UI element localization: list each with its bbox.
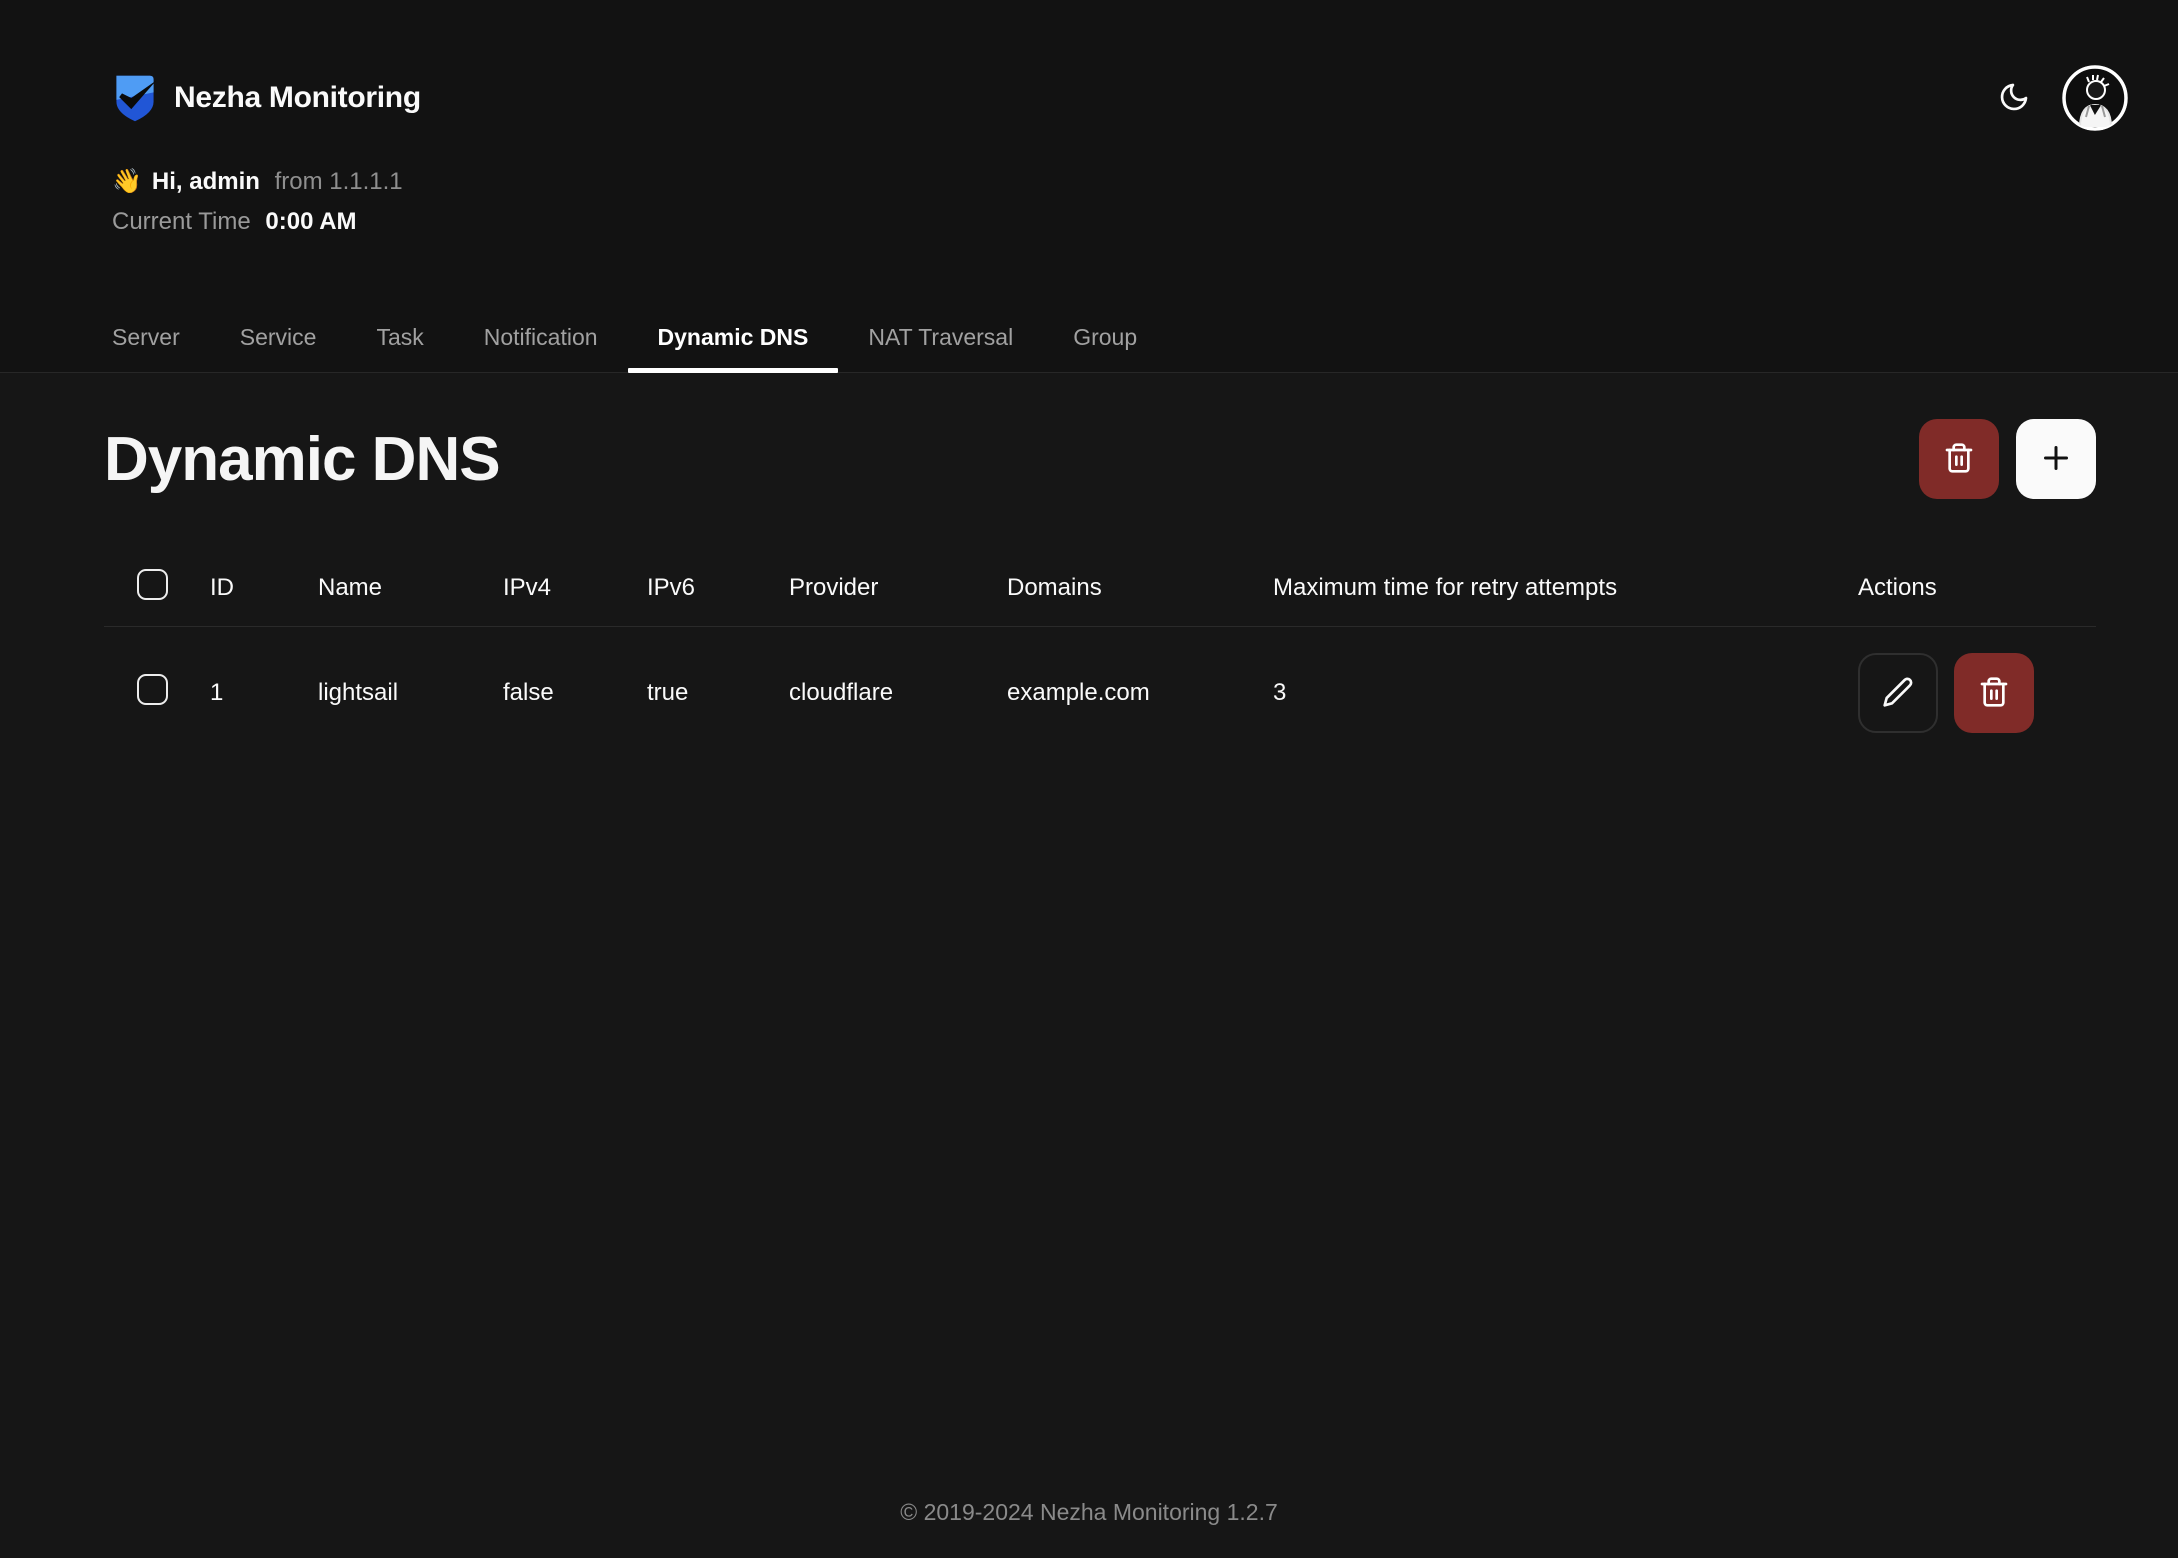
greeting-block: 👋 Hi, admin from 1.1.1.1 Current Time 0:0… — [112, 162, 2128, 242]
cell-name: lightsail — [318, 679, 503, 707]
greeting-salutation: Hi, admin — [152, 168, 260, 195]
top-header: Nezha Monitoring — [0, 0, 2178, 373]
cell-max-retry: 3 — [1273, 679, 1850, 707]
col-header-ipv6: IPv6 — [647, 574, 789, 602]
cell-ipv4: false — [503, 679, 647, 707]
app-logo-icon — [112, 72, 158, 124]
tab-label: Notification — [484, 324, 598, 351]
copyright-text: © 2019-2024 Nezha Monitoring 1.2.7 — [900, 1499, 1278, 1525]
nav-tabs: Server Service Task Notification Dynamic… — [82, 302, 2128, 372]
avatar-illustration-icon — [2062, 65, 2128, 131]
plus-icon — [2038, 440, 2074, 479]
tab-label: Service — [240, 324, 317, 351]
current-time-value: 0:00 AM — [265, 208, 356, 235]
current-time-label: Current Time — [112, 208, 251, 235]
col-header-domains: Domains — [1007, 574, 1273, 602]
tab-group[interactable]: Group — [1043, 302, 1167, 372]
tab-label: NAT Traversal — [868, 324, 1013, 351]
table-header-row: ID Name IPv4 IPv6 Provider Domains Maxim… — [104, 549, 2096, 627]
tab-nat-traversal[interactable]: NAT Traversal — [838, 302, 1043, 372]
trash-icon — [1943, 442, 1975, 477]
select-all-checkbox[interactable] — [137, 569, 168, 600]
tab-label: Dynamic DNS — [658, 324, 809, 351]
add-record-button[interactable] — [2016, 419, 2096, 499]
tab-label: Group — [1073, 324, 1137, 351]
app-window: Nezha Monitoring — [0, 0, 2178, 1558]
bulk-delete-button[interactable] — [1919, 419, 1999, 499]
col-header-max-retry: Maximum time for retry attempts — [1273, 574, 1850, 602]
delete-row-button[interactable] — [1954, 653, 2034, 733]
page-footer: © 2019-2024 Nezha Monitoring 1.2.7 — [0, 1499, 2178, 1526]
tab-label: Task — [376, 324, 423, 351]
col-header-id: ID — [210, 574, 318, 602]
pencil-icon — [1882, 676, 1914, 711]
cell-id: 1 — [210, 679, 318, 707]
edit-row-button[interactable] — [1858, 653, 1938, 733]
brand[interactable]: Nezha Monitoring — [112, 72, 421, 124]
tab-service[interactable]: Service — [210, 302, 347, 372]
user-avatar[interactable] — [2062, 65, 2128, 131]
app-title: Nezha Monitoring — [174, 81, 421, 115]
trash-icon — [1978, 676, 2010, 711]
page-actions — [1919, 419, 2096, 499]
greeting-origin: from 1.1.1.1 — [275, 168, 403, 195]
tab-dynamic-dns[interactable]: Dynamic DNS — [628, 302, 839, 372]
page-title: Dynamic DNS — [104, 424, 500, 495]
col-header-actions: Actions — [1850, 574, 2096, 602]
brand-row: Nezha Monitoring — [112, 0, 2128, 126]
top-actions — [1992, 65, 2128, 131]
col-header-ipv4: IPv4 — [503, 574, 647, 602]
tab-notification[interactable]: Notification — [454, 302, 628, 372]
current-time-line: Current Time 0:00 AM — [112, 202, 2128, 242]
main-content: Dynamic DNS — [0, 373, 2178, 1558]
moon-icon — [1998, 81, 2030, 116]
greeting-line: 👋 Hi, admin from 1.1.1.1 — [112, 162, 2128, 202]
cell-domains: example.com — [1007, 679, 1273, 707]
ddns-table: ID Name IPv4 IPv6 Provider Domains Maxim… — [104, 549, 2096, 759]
cell-provider: cloudflare — [789, 679, 1007, 707]
wave-emoji: 👋 — [112, 168, 142, 195]
tab-task[interactable]: Task — [346, 302, 453, 372]
cell-ipv6: true — [647, 679, 789, 707]
theme-toggle-button[interactable] — [1992, 76, 2036, 120]
table-row: 1 lightsail false true cloudflare exampl… — [104, 627, 2096, 759]
row-checkbox[interactable] — [137, 674, 168, 705]
col-header-name: Name — [318, 574, 503, 602]
page-head: Dynamic DNS — [104, 419, 2096, 499]
tab-server[interactable]: Server — [82, 302, 210, 372]
cell-actions — [1850, 653, 2096, 733]
col-header-provider: Provider — [789, 574, 1007, 602]
tab-label: Server — [112, 324, 180, 351]
